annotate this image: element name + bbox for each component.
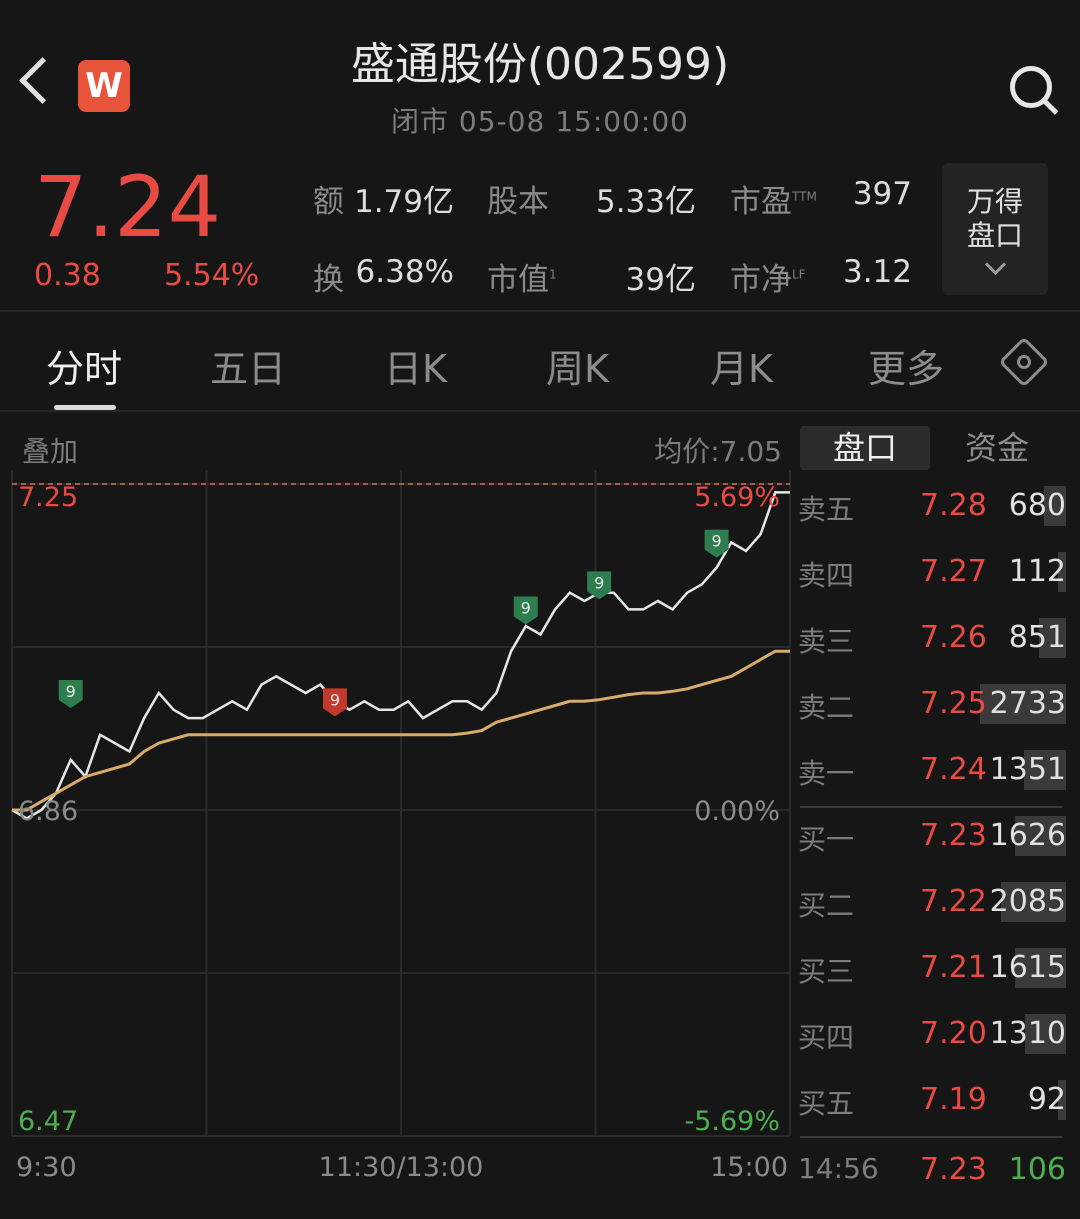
tab-five-day[interactable]: 五日 [210, 338, 286, 393]
level-volume: 1626 [989, 818, 1066, 853]
ask-row: 卖四 7.27 112 [798, 550, 1070, 598]
bid-row: 买五 7.19 92 [798, 1078, 1070, 1126]
level-volume: 2733 [989, 686, 1066, 721]
level-volume: 112 [1008, 554, 1066, 589]
overlay-button[interactable]: 叠加 [22, 430, 78, 470]
level-label: 买四 [798, 1021, 855, 1054]
level-volume: 92 [1027, 1082, 1066, 1117]
tab-monthly-k[interactable]: 月K [710, 338, 773, 393]
x-axis-time-label: 11:30/13:00 [319, 1152, 484, 1183]
tab-capital-flow[interactable]: 资金 [932, 426, 1062, 470]
tab-more[interactable]: 更多 [868, 338, 944, 393]
level-label: 卖二 [798, 691, 855, 724]
level-label: 买一 [798, 823, 855, 856]
y-axis-percent-label: -5.69% [684, 1106, 780, 1137]
divider [0, 310, 1080, 312]
level-label: 卖四 [798, 559, 855, 592]
y-axis-percent-label: 0.00% [694, 796, 780, 827]
stat-value-shares: 5.33亿 [595, 184, 696, 220]
tab-weekly-k[interactable]: 周K [546, 338, 609, 393]
stat-value-market-cap: 39亿 [625, 262, 696, 298]
chevron-down-icon [984, 253, 1006, 276]
x-axis-time-label: 15:00 [710, 1152, 788, 1183]
level-volume: 2085 [989, 884, 1066, 919]
y-axis-price-label: 6.47 [18, 1106, 78, 1137]
stat-label-shares: 股本 [487, 184, 549, 220]
stat-value-turnover: 6.38% [355, 254, 454, 290]
market-status: 闭市 05-08 15:00:00 [391, 105, 689, 138]
level-label: 买五 [798, 1087, 855, 1120]
ask-row: 卖一 7.24 1351 [798, 748, 1070, 796]
level-volume: 851 [1008, 620, 1066, 655]
wind-label-line2: 盘口 [966, 219, 1023, 252]
level-label: 买三 [798, 955, 855, 988]
level-volume: 680 [1008, 488, 1066, 523]
search-icon[interactable] [1010, 66, 1052, 108]
level-label: 卖三 [798, 625, 855, 658]
ask-bid-divider [800, 806, 1062, 808]
y-axis-price-label: 7.25 [18, 482, 78, 513]
stat-label-pb: 市净LF [730, 262, 806, 298]
y-axis-price-label: 6.86 [18, 796, 78, 827]
stat-value-pe: 397 [852, 176, 912, 212]
price-change: 0.38 [34, 258, 101, 293]
bid-row: 买三 7.21 1615 [798, 946, 1070, 994]
stock-title: 盛通股份(002599) [350, 39, 730, 90]
tab-orderbook[interactable]: 盘口 [800, 426, 930, 470]
trade-divider [800, 1136, 1062, 1138]
signal-marker-label: 9 [712, 532, 722, 551]
y-axis-percent-label: 5.69% [694, 482, 780, 513]
level-label: 卖一 [798, 757, 855, 790]
avg-price-label: 均价:7.05 [654, 435, 782, 468]
stat-value-pb: 3.12 [842, 254, 912, 290]
ask-row: 卖五 7.28 680 [798, 484, 1070, 532]
wind-orderbook-button[interactable]: 万得 盘口 [942, 163, 1048, 295]
stat-label-market-cap: 市值1 [487, 262, 557, 298]
intraday-chart[interactable]: 9 9 9 9 9 7.25 6.86 6.47 5.69% 0.00% -5.69% 9:30 11… [0, 470, 800, 1190]
current-price: 7.24 [34, 158, 222, 256]
ask-row: 卖三 7.26 851 [798, 616, 1070, 664]
level-volume: 1351 [989, 752, 1066, 787]
ask-row: 卖二 7.25 2733 [798, 682, 1070, 730]
stat-label-pe: 市盈TTM [730, 184, 817, 220]
last-trade-time: 14:56 [798, 1152, 879, 1185]
level-label: 卖五 [798, 493, 855, 526]
divider [0, 410, 1080, 412]
signal-marker-label: 9 [521, 598, 531, 617]
signal-marker-label: 9 [66, 682, 76, 701]
price-change-pct: 5.54% [164, 258, 260, 293]
bid-row: 买四 7.20 1310 [798, 1012, 1070, 1060]
settings-icon[interactable] [998, 336, 1050, 388]
chart-grid [11, 470, 791, 1137]
bid-row: 买二 7.22 2085 [798, 880, 1070, 928]
level-label: 买二 [798, 889, 855, 922]
tab-daily-k[interactable]: 日K [384, 338, 447, 393]
level-volume: 1310 [989, 1016, 1066, 1051]
stat-value-amount: 1.79亿 [353, 184, 454, 220]
level-volume: 1615 [989, 950, 1066, 985]
wind-label-line1: 万得 [966, 185, 1023, 218]
signal-marker-label: 9 [594, 573, 604, 592]
signal-marker-label: 9 [330, 690, 340, 709]
tab-intraday[interactable]: 分时 [46, 338, 122, 393]
last-trade-volume: 106 [1008, 1152, 1066, 1187]
bid-row: 买一 7.23 1626 [798, 814, 1070, 862]
x-axis-time-label: 9:30 [16, 1152, 77, 1183]
